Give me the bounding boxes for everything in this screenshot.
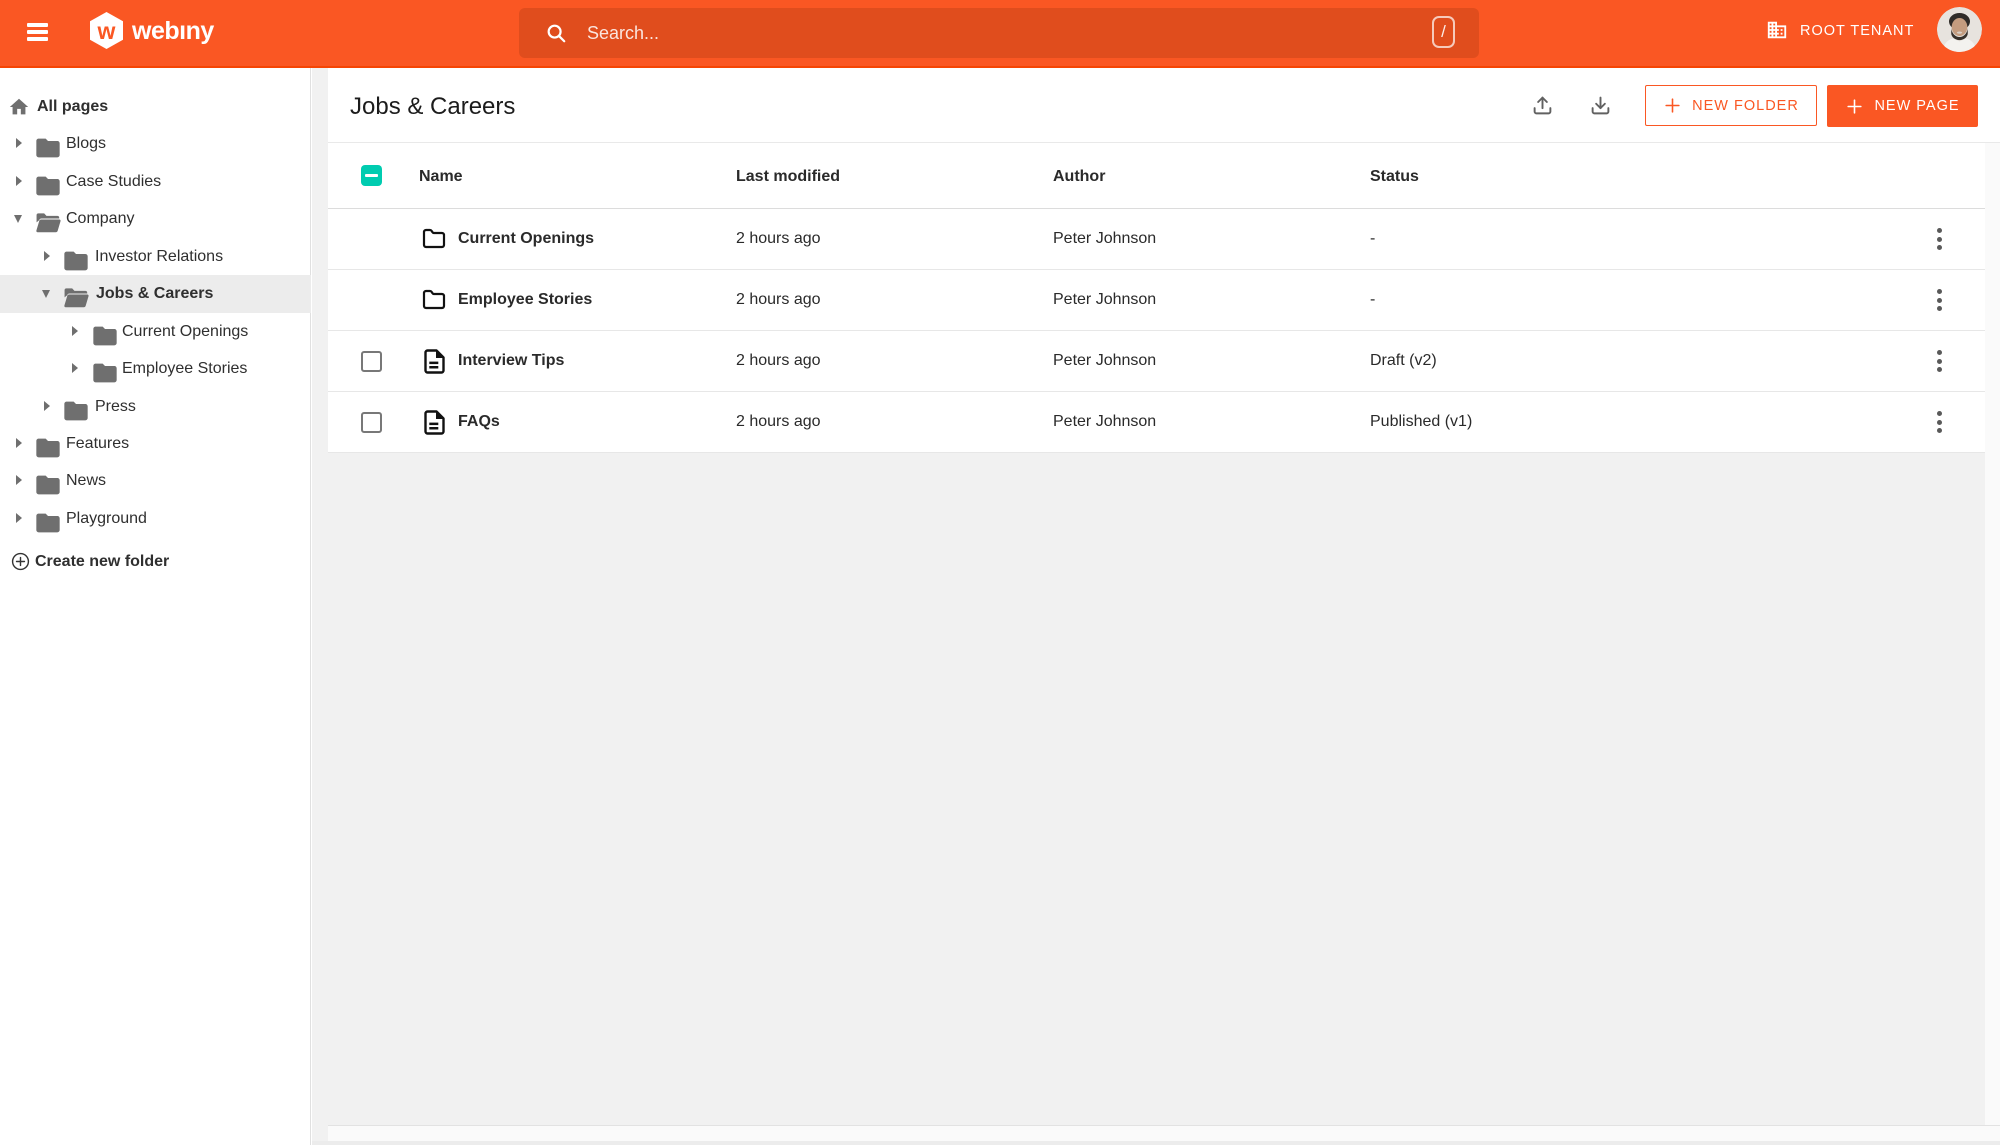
svg-text:w: w [97, 18, 116, 44]
